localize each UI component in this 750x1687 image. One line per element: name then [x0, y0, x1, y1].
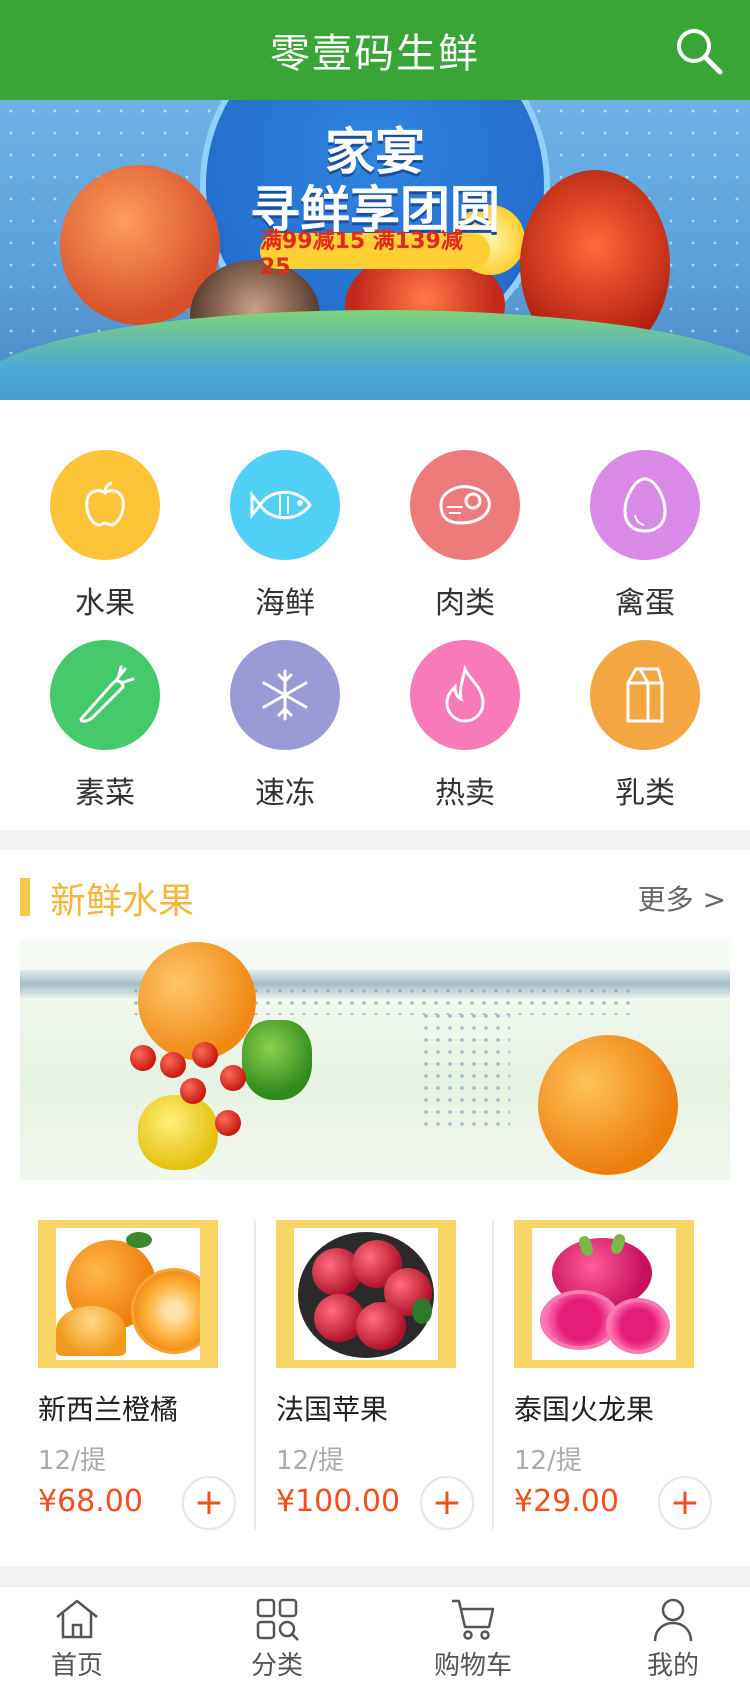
- orange-image: [538, 1035, 678, 1175]
- app-header: 零壹码生鲜: [0, 0, 750, 100]
- product-price: ¥100.00: [276, 1484, 401, 1519]
- bottom-tab-bar: 首页 分类 购物车 我的: [0, 1586, 750, 1686]
- tomato-image: [220, 1065, 246, 1091]
- yellow-pepper-image: [138, 1095, 218, 1170]
- category-label: 禽蛋: [615, 586, 675, 621]
- tab-cart[interactable]: 购物车: [398, 1587, 548, 1687]
- product-separator: [254, 1220, 256, 1530]
- category-label: 水果: [75, 586, 135, 621]
- tomato-image: [180, 1078, 206, 1104]
- section-divider: [0, 1566, 750, 1586]
- tomato-image: [192, 1042, 218, 1068]
- tab-label: 分类: [250, 1651, 303, 1681]
- category-label: 海鲜: [255, 586, 315, 621]
- banner-promo: 满99减15 满139减25: [260, 229, 490, 280]
- category-label: 热卖: [435, 776, 495, 811]
- apple-photo: [294, 1228, 438, 1360]
- fish-icon: [230, 450, 340, 560]
- carrot-icon: [50, 640, 160, 750]
- product-unit: 12/提: [38, 1446, 106, 1476]
- product-image: [514, 1220, 694, 1368]
- add-to-cart-button[interactable]: +: [182, 1476, 236, 1530]
- fruit-section-header: 新鲜水果 更多 >: [0, 850, 750, 940]
- tab-label: 首页: [50, 1651, 103, 1681]
- meat-icon: [410, 450, 520, 560]
- category-label: 素菜: [75, 776, 135, 811]
- category-fruit[interactable]: 水果: [15, 450, 195, 622]
- category-icon: [256, 1598, 299, 1641]
- section-divider: [0, 830, 750, 850]
- category-eggs[interactable]: 禽蛋: [555, 450, 735, 622]
- product-card[interactable]: 法国苹果 12/提 ¥100.00 +: [258, 1200, 480, 1560]
- product-unit: 12/提: [514, 1446, 582, 1476]
- category-label: 肉类: [435, 586, 495, 621]
- search-icon[interactable]: [674, 26, 724, 76]
- product-name: 新西兰橙橘: [38, 1393, 179, 1426]
- fire-icon: [410, 640, 520, 750]
- bubbles: [420, 1010, 510, 1130]
- tomato-image: [160, 1052, 186, 1078]
- section-accent-bar: [20, 878, 30, 916]
- tab-home[interactable]: 首页: [2, 1587, 152, 1687]
- category-meat[interactable]: 肉类: [375, 450, 555, 622]
- tab-category[interactable]: 分类: [202, 1587, 352, 1687]
- cart-icon: [452, 1599, 495, 1640]
- app-title: 零壹码生鲜: [270, 31, 480, 77]
- tab-label: 我的: [646, 1651, 699, 1681]
- product-image: [276, 1220, 456, 1368]
- category-seafood[interactable]: 海鲜: [195, 450, 375, 622]
- orange-image: [138, 942, 256, 1060]
- tomato-image: [130, 1045, 156, 1071]
- dragonfruit-photo: [532, 1228, 676, 1360]
- add-to-cart-button[interactable]: +: [420, 1476, 474, 1530]
- milk-icon: [590, 640, 700, 750]
- fruit-banner[interactable]: [20, 940, 730, 1180]
- product-name: 泰国火龙果: [514, 1393, 655, 1426]
- product-price: ¥68.00: [38, 1484, 143, 1519]
- product-name: 法国苹果: [276, 1393, 389, 1426]
- category-hot-sale[interactable]: 热卖: [375, 640, 555, 812]
- category-label: 乳类: [615, 776, 675, 811]
- product-separator: [492, 1220, 494, 1530]
- category-label: 速冻: [255, 776, 315, 811]
- product-image: [38, 1220, 218, 1368]
- product-unit: 12/提: [276, 1446, 344, 1476]
- product-list: 新西兰橙橘 12/提 ¥68.00 + 法国苹果 12/提 ¥100.00 +: [0, 1200, 750, 1560]
- promo-banner[interactable]: 家宴 寻鲜享团圆 满99减15 满139减25: [0, 100, 750, 400]
- category-dairy[interactable]: 乳类: [555, 640, 735, 812]
- category-grid: 水果 海鲜 肉类 禽蛋 素菜 速冻 热卖 乳类: [0, 400, 750, 830]
- egg-icon: [590, 450, 700, 560]
- more-link[interactable]: 更多 >: [638, 878, 726, 918]
- category-vegetables[interactable]: 素菜: [15, 640, 195, 812]
- product-price: ¥29.00: [514, 1484, 619, 1519]
- category-frozen[interactable]: 速冻: [195, 640, 375, 812]
- home-icon: [56, 1599, 98, 1639]
- snowflake-icon: [230, 640, 340, 750]
- product-card[interactable]: 泰国火龙果 12/提 ¥29.00 +: [496, 1200, 718, 1560]
- orange-photo: [56, 1228, 200, 1360]
- section-title: 新鲜水果: [50, 881, 195, 922]
- product-card[interactable]: 新西兰橙橘 12/提 ¥68.00 +: [20, 1200, 242, 1560]
- user-icon: [653, 1598, 693, 1642]
- add-to-cart-button[interactable]: +: [658, 1476, 712, 1530]
- tab-label: 购物车: [433, 1651, 512, 1681]
- tomato-image: [215, 1110, 241, 1136]
- tab-me[interactable]: 我的: [598, 1587, 748, 1687]
- green-pepper-image: [242, 1020, 312, 1100]
- apple-icon: [50, 450, 160, 560]
